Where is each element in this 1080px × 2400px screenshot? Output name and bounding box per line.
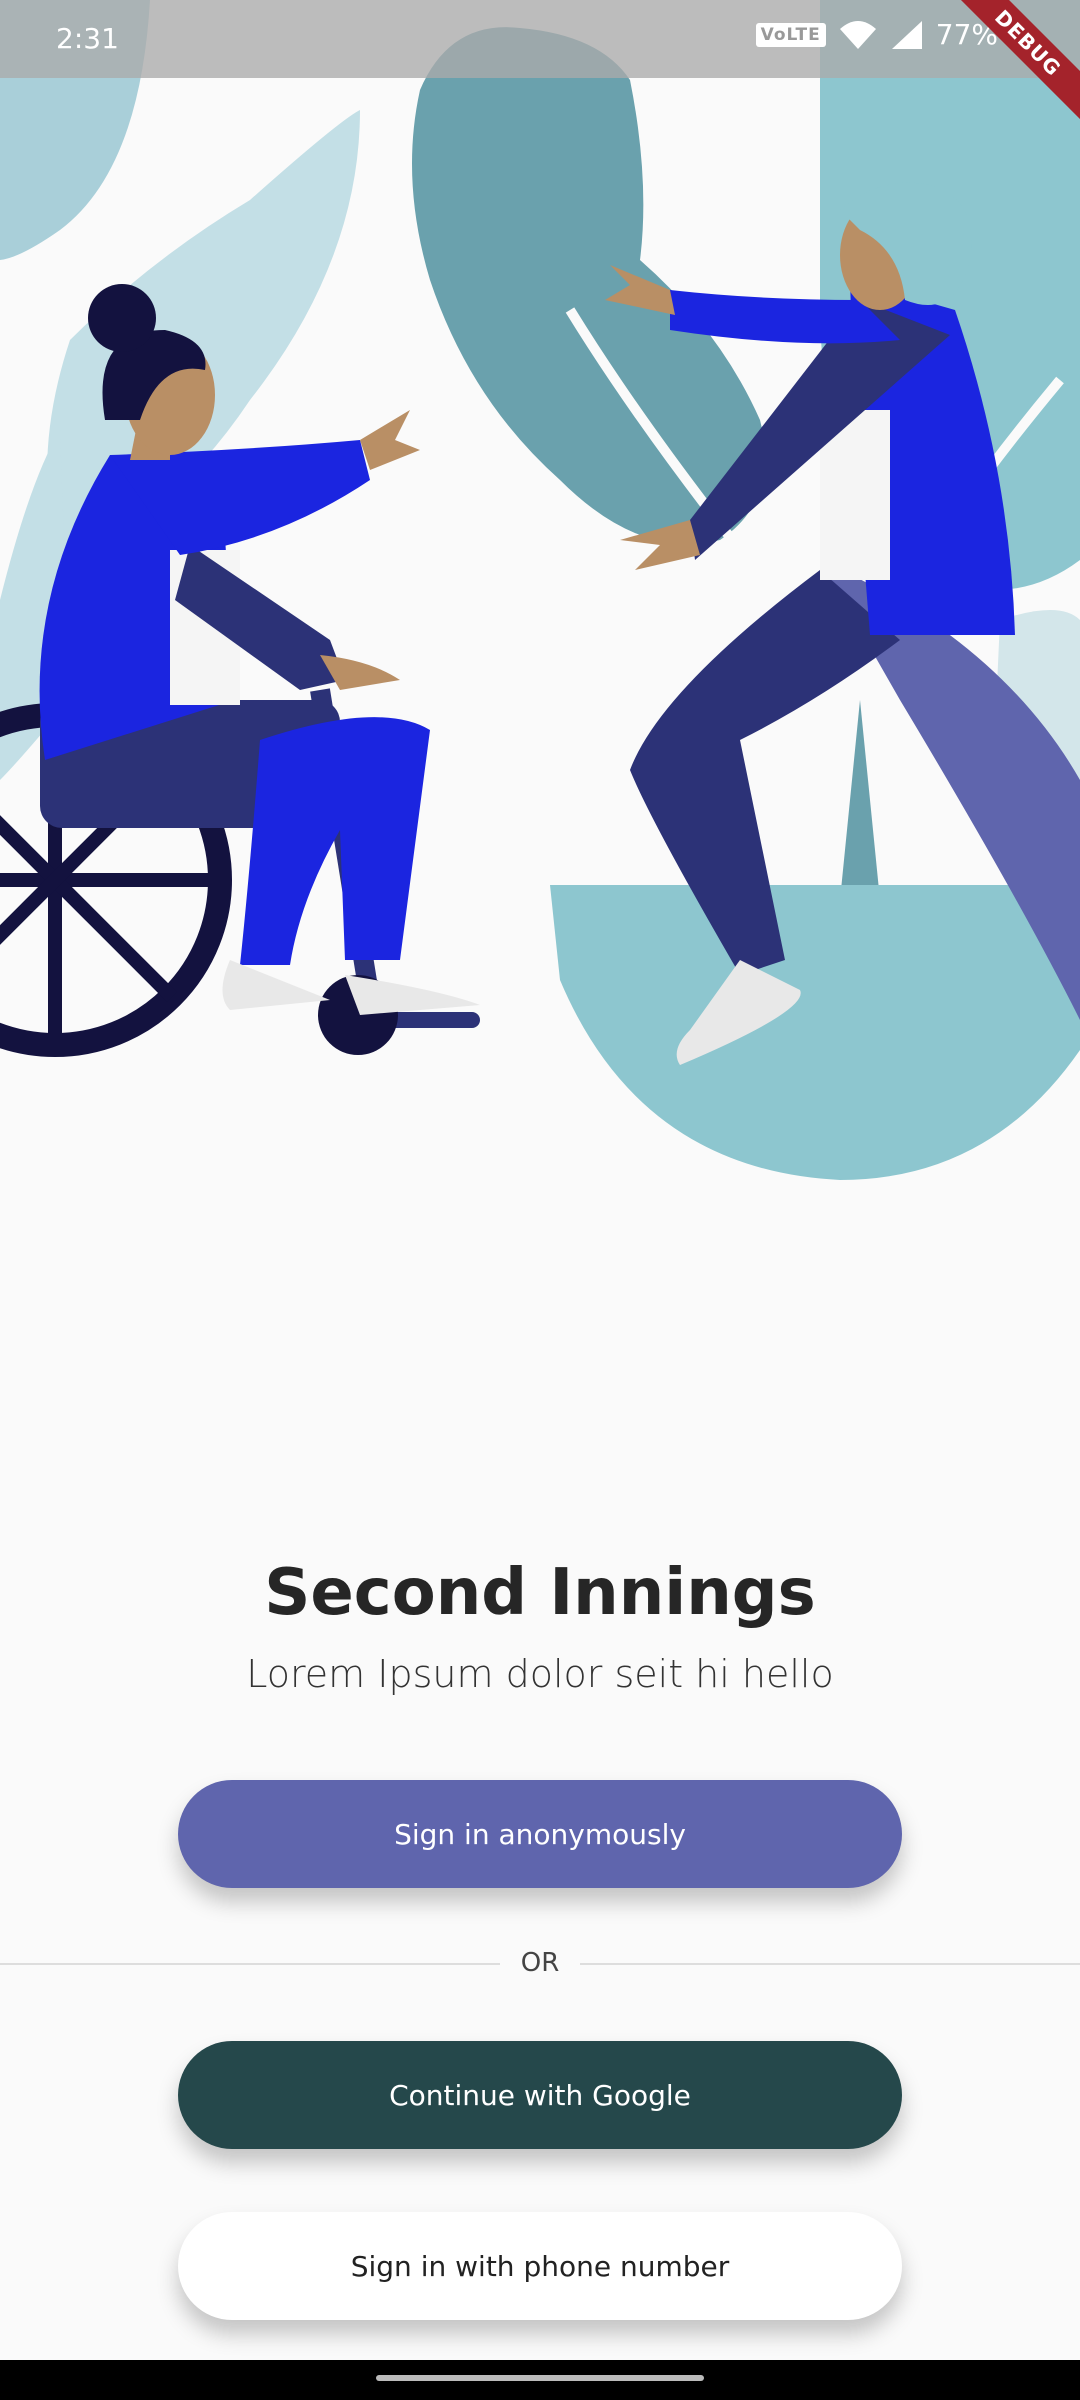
- status-bar: 2:31 VoLTE 77%: [0, 0, 1080, 78]
- sign-in-anonymously-button[interactable]: Sign in anonymously: [178, 1780, 902, 1888]
- signal-icon: [891, 20, 922, 49]
- continue-with-google-button[interactable]: Continue with Google: [178, 2041, 902, 2149]
- volte-badge: VoLTE: [755, 22, 826, 47]
- wifi-icon: [839, 20, 876, 49]
- divider-line-right: [580, 1963, 1080, 1965]
- hero-illustration: [0, 0, 1080, 1180]
- pot-shape: [550, 885, 1080, 1180]
- sign-in-phone-button[interactable]: Sign in with phone number: [178, 2212, 902, 2320]
- leaf-center-dark: [412, 27, 765, 544]
- app-title: Second Innings: [264, 1556, 816, 1630]
- plant-stem: [840, 700, 880, 900]
- or-divider: OR: [0, 1948, 1080, 1978]
- navigation-bar: [0, 2360, 1080, 2400]
- home-gesture-handle[interactable]: [376, 2375, 704, 2381]
- app-subtitle: Lorem Ipsum dolor seit hi hello: [246, 1652, 834, 1696]
- status-time: 2:31: [56, 22, 119, 55]
